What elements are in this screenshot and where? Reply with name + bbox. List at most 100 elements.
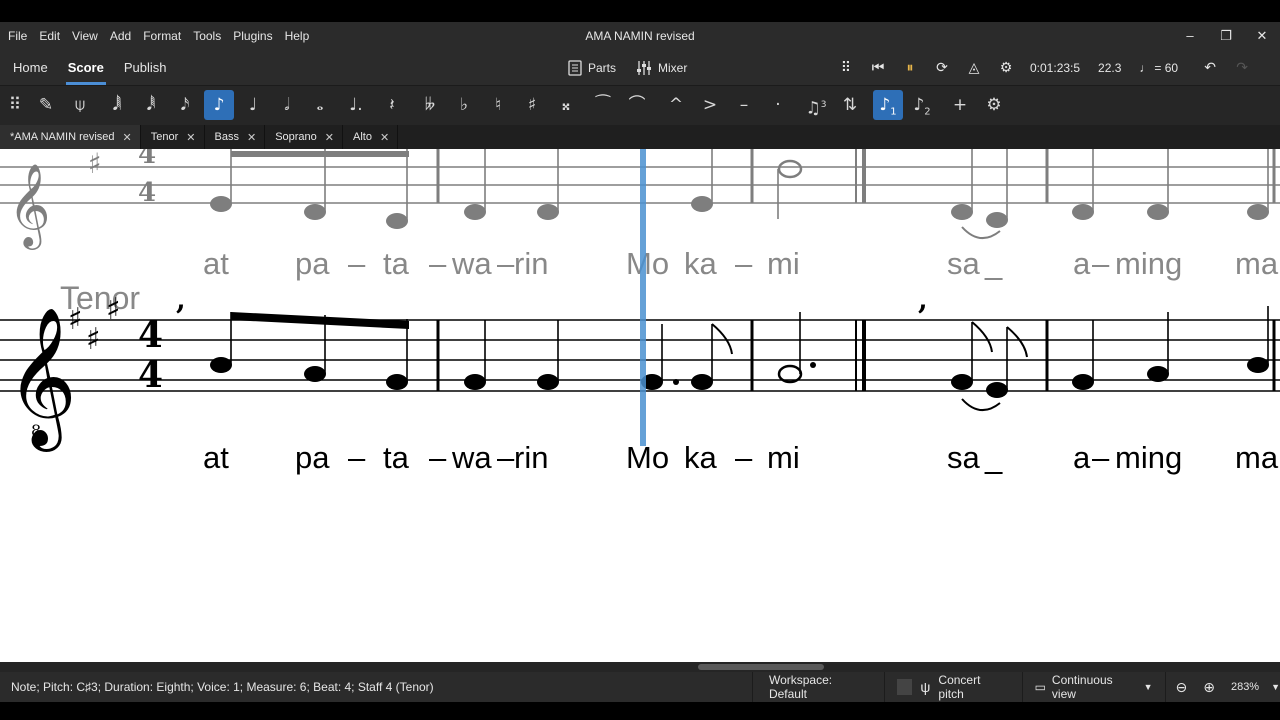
score-svg: 𝄞 ♯ 4 4 at pa – ta – wa – rin Mo ka – mi… bbox=[0, 149, 1280, 475]
grip-icon[interactable]: ⠿ bbox=[830, 59, 862, 76]
slur-icon[interactable]: ⌒ bbox=[622, 90, 652, 120]
note-input-toolbar: ⠿ ✎ ⍦ 𝅘𝅥𝅲 𝅘𝅥𝅱 𝅘𝅥𝅯 ♪ ♩ 𝅗𝅥 𝅝 ♩. 𝄽 𝄫 ♭ ♮ ♯ … bbox=[0, 85, 1280, 125]
lyric: ming bbox=[1115, 440, 1182, 475]
flip-direction-icon[interactable]: ⇅ bbox=[835, 90, 865, 120]
zoom-out-icon[interactable]: ⊖ bbox=[1175, 679, 1187, 696]
minimize-icon[interactable]: – bbox=[1172, 22, 1208, 50]
lyric-hyphen: – bbox=[735, 440, 753, 475]
scrollbar-thumb[interactable] bbox=[698, 664, 824, 670]
parts-button[interactable]: Parts bbox=[568, 59, 616, 76]
mixer-icon bbox=[637, 60, 652, 75]
customize-toolbar-icon[interactable]: ⚙ bbox=[979, 90, 1009, 120]
accent-icon[interactable]: > bbox=[695, 90, 725, 120]
pitch-icon[interactable]: ⍦ bbox=[65, 90, 95, 120]
tie-icon[interactable]: ⁀ bbox=[588, 90, 618, 120]
double-sharp-icon[interactable]: 𝄪 bbox=[551, 90, 581, 120]
sharp-icon[interactable]: ♯ bbox=[517, 90, 547, 120]
parts-mixer-group: Parts Mixer bbox=[568, 50, 687, 85]
doc-tab-bass[interactable]: Bass ✕ bbox=[205, 125, 266, 149]
status-bar: Note; Pitch: C♯3; Duration: Eighth; Voic… bbox=[0, 672, 1280, 702]
tab-publish[interactable]: Publish bbox=[114, 50, 177, 85]
lyric: pa bbox=[295, 440, 330, 475]
doc-tab-label: Tenor bbox=[150, 131, 179, 143]
tenuto-icon[interactable]: – bbox=[729, 90, 759, 120]
score-canvas[interactable]: 𝄞 ♯ 4 4 at pa – ta – wa – rin Mo ka – mi… bbox=[0, 149, 1280, 662]
tab-home[interactable]: Home bbox=[3, 50, 58, 85]
lyric: ka bbox=[684, 246, 718, 281]
menu-tools[interactable]: Tools bbox=[187, 29, 227, 43]
horizontal-scrollbar[interactable] bbox=[0, 662, 1280, 672]
mixer-button[interactable]: Mixer bbox=[636, 60, 687, 76]
eighth-note-icon[interactable]: ♪ bbox=[204, 90, 234, 120]
playback-cursor[interactable] bbox=[640, 149, 646, 446]
undo-icon[interactable]: ↶ bbox=[1194, 59, 1226, 76]
menu-help[interactable]: Help bbox=[279, 29, 316, 43]
flat-icon[interactable]: ♭ bbox=[449, 90, 479, 120]
workspace-selector[interactable]: Workspace: Default bbox=[753, 673, 884, 701]
metronome-icon[interactable]: ◬ bbox=[958, 59, 990, 76]
upper-lyrics: at pa – ta – wa – rin Mo ka – mi sa _ a … bbox=[203, 246, 1279, 281]
close-tab-icon[interactable]: ✕ bbox=[325, 131, 334, 144]
lyric: wa bbox=[451, 246, 492, 281]
screen-bottom-border bbox=[0, 702, 1280, 720]
menu-add[interactable]: Add bbox=[104, 29, 137, 43]
doc-tab-tenor[interactable]: Tenor ✕ bbox=[141, 125, 205, 149]
doc-tab-label: Soprano bbox=[275, 131, 317, 143]
doc-tab-soprano[interactable]: Soprano ✕ bbox=[265, 125, 343, 149]
voice-2-number: 2 bbox=[924, 106, 931, 118]
menu-edit[interactable]: Edit bbox=[33, 29, 66, 43]
zoom-in-icon[interactable]: ⊕ bbox=[1203, 679, 1215, 696]
menu-format[interactable]: Format bbox=[137, 29, 187, 43]
chevron-down-icon[interactable]: ▼ bbox=[1144, 682, 1153, 692]
toolbar-grip-icon[interactable]: ⠿ bbox=[0, 90, 30, 120]
menu-file[interactable]: File bbox=[0, 29, 33, 43]
redo-icon[interactable]: ↷ bbox=[1226, 59, 1258, 76]
rewind-icon[interactable]: ⏮ bbox=[862, 59, 894, 76]
add-icon[interactable]: + bbox=[945, 90, 975, 120]
tab-score[interactable]: Score bbox=[58, 50, 114, 85]
quarter-note-icon[interactable]: ♩ bbox=[238, 90, 268, 120]
menu-view[interactable]: View bbox=[66, 29, 104, 43]
close-tab-icon[interactable]: ✕ bbox=[186, 131, 195, 144]
chevron-down-icon[interactable]: ▼ bbox=[1271, 682, 1280, 692]
concert-pitch-label[interactable]: Concert pitch bbox=[938, 673, 1021, 701]
doc-tab-label: Alto bbox=[353, 131, 372, 143]
view-mode-dropdown[interactable]: Continuous view bbox=[1052, 673, 1136, 701]
rest-icon[interactable]: 𝄽 bbox=[377, 90, 407, 120]
voice-2-icon[interactable]: ♪2 bbox=[907, 90, 937, 120]
concert-pitch-checkbox[interactable] bbox=[897, 679, 913, 695]
play-icon[interactable]: ⏸ bbox=[894, 59, 926, 76]
view-mode-icon: ▭ bbox=[1034, 680, 1046, 694]
zoom-level[interactable]: 283% bbox=[1231, 681, 1259, 693]
augmentation-dot-icon[interactable]: ♩. bbox=[341, 90, 371, 120]
tuplet-icon[interactable]: ♫3 bbox=[801, 90, 831, 120]
menu-plugins[interactable]: Plugins bbox=[227, 29, 278, 43]
restore-icon[interactable]: ❐ bbox=[1208, 22, 1244, 50]
lyric: at bbox=[203, 246, 229, 281]
close-tab-icon[interactable]: ✕ bbox=[247, 131, 256, 144]
tenor-lyrics: at pa – ta – wa – rin Mo ka – mi sa _ a … bbox=[203, 440, 1279, 475]
breath-mark-icon: , bbox=[918, 283, 928, 316]
16th-note-icon[interactable]: 𝅘𝅥𝅯 bbox=[170, 90, 200, 120]
loop-icon[interactable]: ⟳ bbox=[926, 59, 958, 76]
64th-note-icon[interactable]: 𝅘𝅥𝅲 bbox=[102, 90, 132, 120]
close-icon[interactable]: ✕ bbox=[1244, 22, 1280, 50]
marcato-icon[interactable]: ^ bbox=[661, 90, 691, 120]
32nd-note-icon[interactable]: 𝅘𝅥𝅱 bbox=[136, 90, 166, 120]
double-flat-icon[interactable]: 𝄫 bbox=[415, 90, 445, 120]
natural-icon[interactable]: ♮ bbox=[483, 90, 513, 120]
tuning-fork-icon: ψ bbox=[920, 679, 931, 695]
doc-tab-alto[interactable]: Alto ✕ bbox=[343, 125, 399, 149]
staccato-icon[interactable]: · bbox=[763, 90, 793, 120]
voice-1-icon[interactable]: ♪1 bbox=[873, 90, 903, 120]
note-input-icon[interactable]: ✎ bbox=[31, 90, 61, 120]
whole-note-icon[interactable]: 𝅝 bbox=[305, 90, 335, 120]
doc-tab-label: Bass bbox=[214, 131, 239, 143]
lyric: mi bbox=[767, 440, 800, 475]
playback-settings-icon[interactable]: ⚙ bbox=[990, 59, 1022, 76]
close-tab-icon[interactable]: ✕ bbox=[123, 131, 132, 144]
lyric: rin bbox=[514, 440, 548, 475]
doc-tab-main[interactable]: *AMA NAMIN revised ✕ bbox=[0, 125, 141, 149]
half-note-icon[interactable]: 𝅗𝅥 bbox=[272, 90, 302, 120]
close-tab-icon[interactable]: ✕ bbox=[380, 131, 389, 144]
